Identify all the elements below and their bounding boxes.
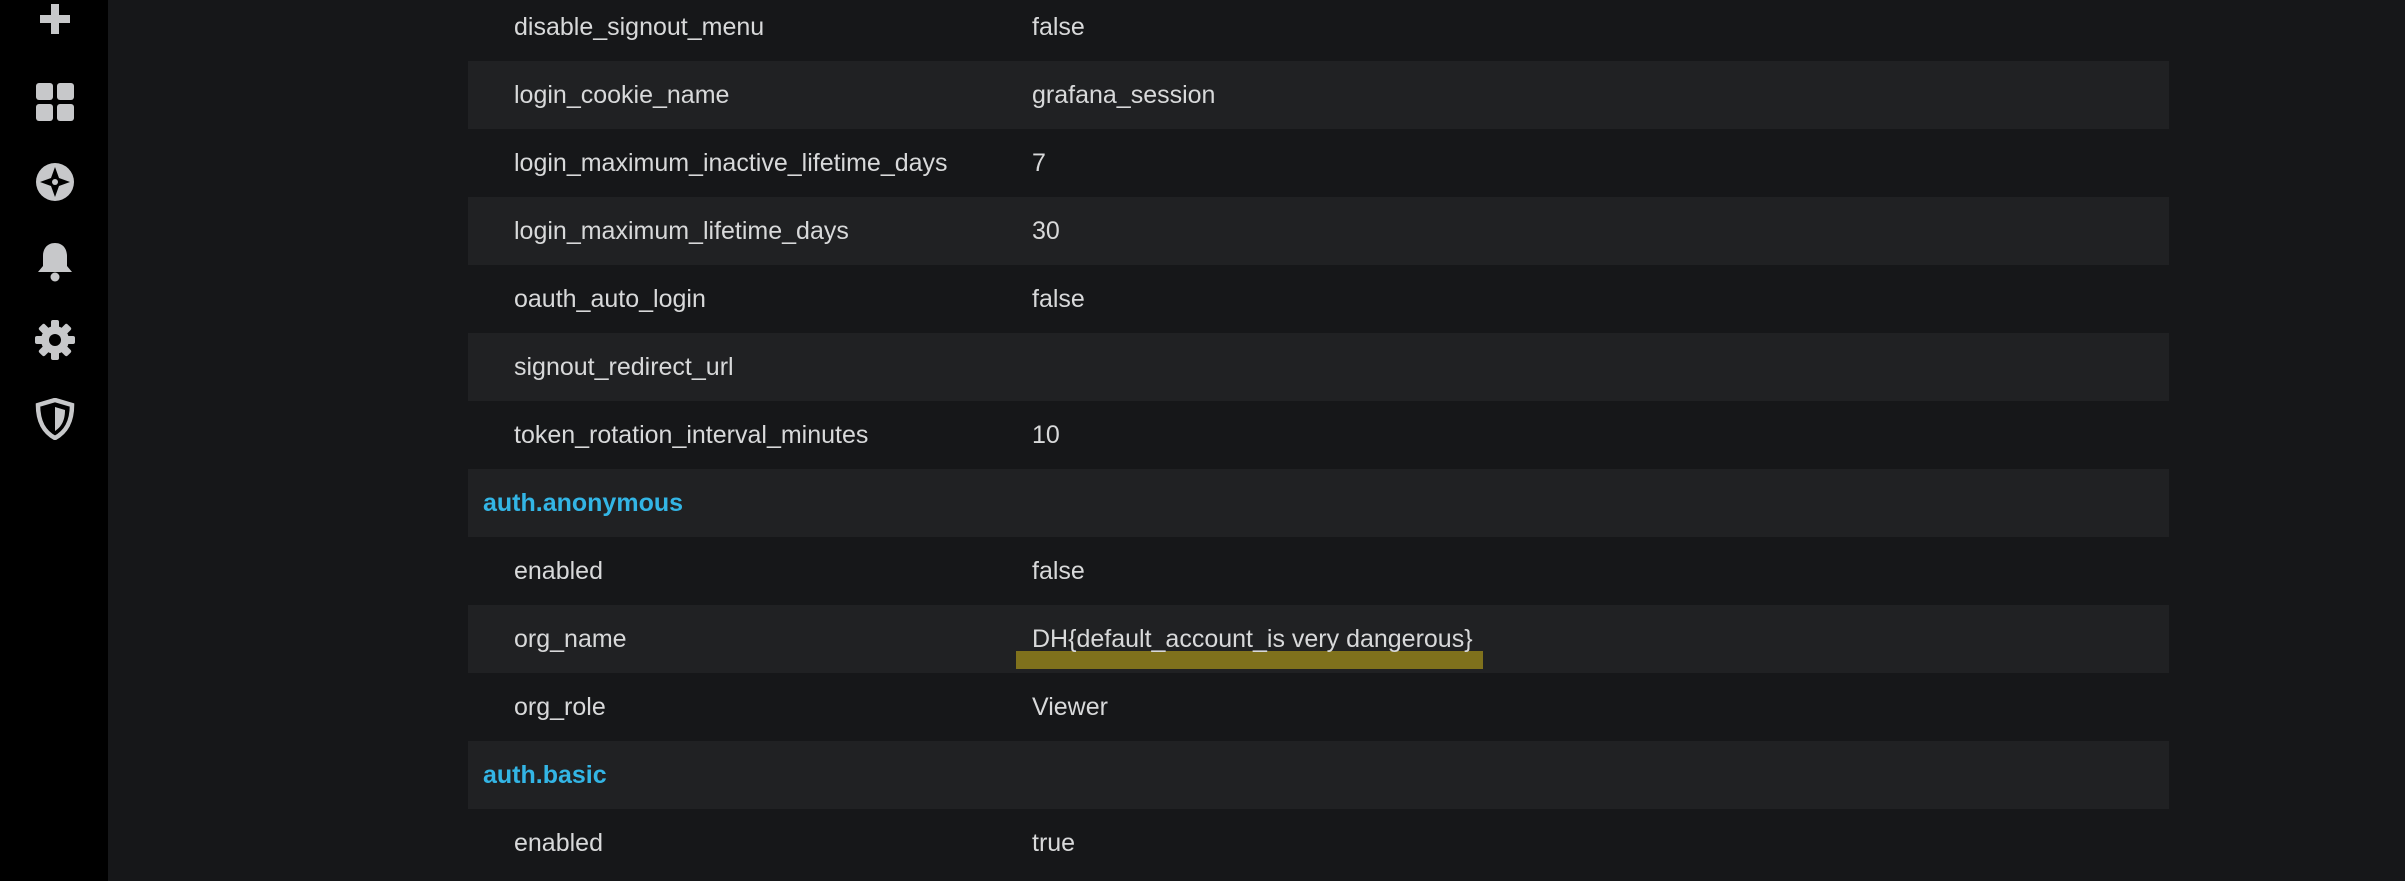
setting-row: login_maximum_lifetime_days 30 xyxy=(468,197,2169,265)
dashboards-icon[interactable] xyxy=(32,79,78,125)
alerting-icon[interactable] xyxy=(32,238,78,284)
setting-key: login_maximum_inactive_lifetime_days xyxy=(514,148,948,177)
setting-value: true xyxy=(1032,828,1076,857)
plus-icon[interactable] xyxy=(32,0,78,42)
setting-key: enabled xyxy=(514,828,603,857)
setting-value: false xyxy=(1032,284,1085,313)
section-header-row: auth.basic xyxy=(468,741,2169,809)
section-title: auth.anonymous xyxy=(483,488,684,517)
setting-row: oauth_auto_login false xyxy=(468,265,2169,333)
setting-value: grafana_session xyxy=(1032,80,1216,109)
setting-key: login_maximum_lifetime_days xyxy=(514,216,849,245)
setting-key: oauth_auto_login xyxy=(514,284,706,313)
setting-value: 7 xyxy=(1032,148,1046,177)
setting-key: token_rotation_interval_minutes xyxy=(514,420,869,449)
setting-value: Viewer xyxy=(1032,692,1108,721)
side-menu xyxy=(0,0,108,881)
settings-table: disable_signout_menu false login_cookie_na… xyxy=(468,0,2169,877)
setting-key: org_role xyxy=(514,692,606,721)
setting-row: signout_redirect_url xyxy=(468,333,2169,401)
setting-value: DH{default_account_is very dangerous} xyxy=(1032,624,1473,653)
setting-key: login_cookie_name xyxy=(514,80,730,109)
setting-key: signout_redirect_url xyxy=(514,352,734,381)
section-title: auth.basic xyxy=(483,760,607,789)
setting-row: enabled true xyxy=(468,809,2169,877)
setting-key: org_name xyxy=(514,624,627,653)
setting-row: org_name DH{default_account_is very dange… xyxy=(468,605,2169,673)
setting-value: false xyxy=(1032,556,1085,585)
setting-row: login_cookie_name grafana_session xyxy=(468,61,2169,129)
setting-row: enabled false xyxy=(468,537,2169,605)
setting-row: org_role Viewer xyxy=(468,673,2169,741)
setting-row: login_maximum_inactive_lifetime_days 7 xyxy=(468,129,2169,197)
explore-icon[interactable] xyxy=(32,159,78,205)
setting-value: false xyxy=(1032,12,1085,41)
setting-value: 30 xyxy=(1032,216,1060,245)
setting-row: disable_signout_menu false xyxy=(468,0,2169,61)
section-header-row: auth.anonymous xyxy=(468,469,2169,537)
setting-value: 10 xyxy=(1032,420,1060,449)
highlighter-mark xyxy=(1016,651,1483,669)
server-admin-icon[interactable] xyxy=(32,396,78,442)
configuration-icon[interactable] xyxy=(32,317,78,363)
setting-key: enabled xyxy=(514,556,603,585)
setting-row: token_rotation_interval_minutes 10 xyxy=(468,401,2169,469)
setting-key: disable_signout_menu xyxy=(514,12,765,41)
